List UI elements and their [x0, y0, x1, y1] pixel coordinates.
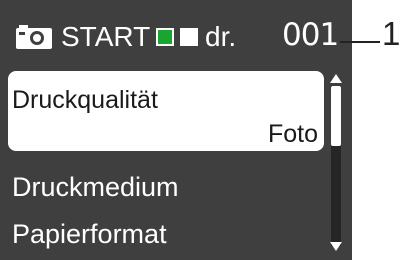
menu-item-value: Foto — [267, 120, 318, 148]
callout-leader-line — [340, 41, 380, 43]
scrollbar-thumb[interactable] — [331, 86, 341, 146]
menu-item-print-quality[interactable]: Druckqualität Foto — [8, 71, 324, 151]
menu-item-label: Druckqualität — [12, 86, 158, 114]
scroll-down-arrow-icon[interactable] — [330, 242, 342, 251]
callout-number: 1 — [382, 15, 400, 52]
scroll-up-arrow-icon[interactable] — [330, 74, 342, 83]
color-start-icon — [156, 28, 174, 46]
menu-item-print-medium[interactable]: Druckmedium — [12, 171, 179, 203]
start-label: START — [61, 21, 151, 52]
camera-icon — [16, 25, 52, 49]
mono-start-icon — [180, 28, 198, 46]
copies-unit-label: dr. — [205, 21, 237, 52]
status-header: START dr. 001 — [0, 0, 352, 66]
lcd-screen: START dr. 001 Druckqualität Foto Druckme… — [0, 0, 352, 260]
copies-count: 001 — [282, 17, 339, 53]
menu-item-paper-size[interactable]: Papierformat — [12, 218, 167, 250]
